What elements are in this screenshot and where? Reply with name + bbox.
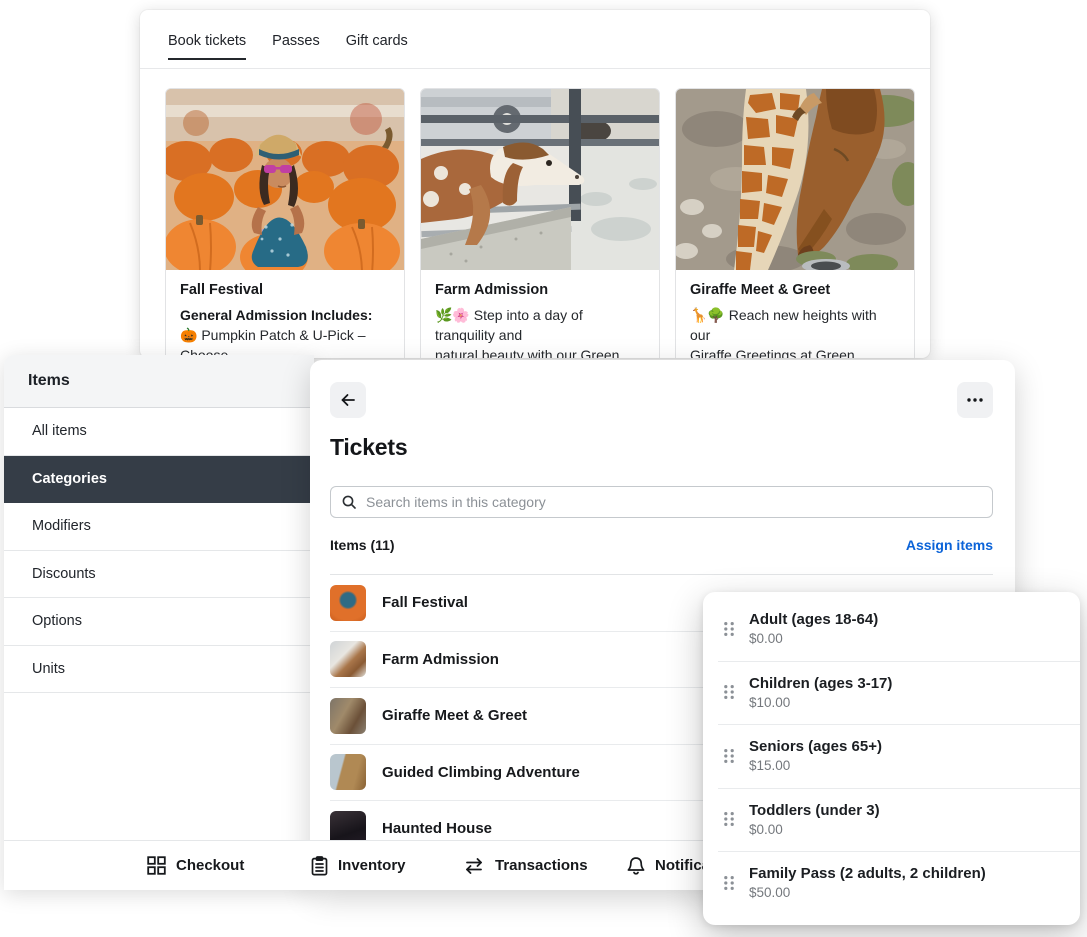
sidebar-item-options[interactable]: Options — [4, 598, 314, 646]
item-thumbnail — [330, 585, 366, 621]
variation-name: Family Pass (2 adults, 2 children) — [749, 865, 986, 882]
arrow-left-icon — [339, 391, 357, 409]
item-thumbnail — [330, 641, 366, 677]
sidebar-title: Items — [4, 355, 314, 408]
sidebar-item-categories[interactable]: Categories — [4, 456, 314, 504]
fall-festival-photo — [166, 89, 404, 270]
nav-label: Checkout — [176, 857, 244, 874]
variation-row-adult[interactable]: Adult (ages 18-64) $0.00 — [703, 597, 1080, 661]
items-count-label: Items (11) — [330, 537, 395, 553]
item-thumbnail — [330, 698, 366, 734]
item-label: Guided Climbing Adventure — [382, 764, 580, 781]
nav-label: Inventory — [338, 857, 406, 874]
product-card-giraffe-meet-greet[interactable]: Giraffe Meet & Greet 🦒🌳 Reach new height… — [675, 88, 915, 358]
variation-row-seniors[interactable]: Seniors (ages 65+) $15.00 — [703, 724, 1080, 788]
tab-passes[interactable]: Passes — [272, 33, 320, 58]
drag-handle-icon[interactable] — [723, 621, 735, 637]
card-desc-line: 🦒🌳 Reach new heights with our — [690, 305, 900, 345]
card-desc-line: natural beauty with our Green… — [435, 345, 645, 358]
drag-handle-icon[interactable] — [723, 748, 735, 764]
variation-name: Adult (ages 18-64) — [749, 611, 878, 628]
variations-panel: Adult (ages 18-64) $0.00 Children (ages 3… — [703, 592, 1080, 925]
variation-name: Seniors (ages 65+) — [749, 738, 882, 755]
variation-price: $15.00 — [749, 758, 882, 773]
item-label: Giraffe Meet & Greet — [382, 707, 527, 724]
giraffe-photo — [676, 89, 914, 270]
variation-price: $50.00 — [749, 885, 986, 900]
card-title: Farm Admission — [435, 282, 645, 298]
book-tickets-panel: Book tickets Passes Gift cards — [140, 10, 930, 358]
nav-transactions[interactable]: Transactions — [463, 841, 588, 890]
transactions-arrows-icon — [463, 858, 485, 874]
variation-price: $0.00 — [749, 822, 880, 837]
card-desc-line: Giraffe Greetings at Green Meadows… — [690, 345, 900, 358]
variation-row-children[interactable]: Children (ages 3-17) $10.00 — [703, 661, 1080, 725]
sidebar-item-modifiers[interactable]: Modifiers — [4, 503, 314, 551]
search-input[interactable] — [366, 494, 982, 510]
category-search[interactable] — [330, 486, 993, 518]
back-button[interactable] — [330, 382, 366, 418]
product-card-row: Fall Festival General Admission Includes… — [165, 88, 915, 358]
category-title: Tickets — [330, 434, 407, 461]
checkout-grid-icon — [147, 856, 166, 875]
assign-items-link[interactable]: Assign items — [906, 537, 993, 553]
item-label: Farm Admission — [382, 651, 499, 668]
item-thumbnail — [330, 754, 366, 790]
search-icon — [341, 494, 357, 510]
drag-handle-icon[interactable] — [723, 875, 735, 891]
variation-name: Children (ages 3-17) — [749, 675, 892, 692]
variation-row-family-pass[interactable]: Family Pass (2 adults, 2 children) $50.00 — [703, 851, 1080, 915]
tab-gift-cards[interactable]: Gift cards — [346, 33, 408, 58]
nav-checkout[interactable]: Checkout — [147, 841, 244, 890]
drag-handle-icon[interactable] — [723, 684, 735, 700]
items-sidebar: Items All items Categories Modifiers Dis… — [4, 355, 314, 890]
inventory-clipboard-icon — [311, 856, 328, 876]
booking-tabs: Book tickets Passes Gift cards — [168, 10, 930, 69]
variation-price: $10.00 — [749, 695, 892, 710]
more-options-button[interactable] — [957, 382, 993, 418]
product-card-farm-admission[interactable]: Farm Admission 🌿🌸 Step into a day of tra… — [420, 88, 660, 358]
card-desc-line: General Admission Includes: — [180, 305, 390, 325]
drag-handle-icon[interactable] — [723, 811, 735, 827]
product-card-fall-festival[interactable]: Fall Festival General Admission Includes… — [165, 88, 405, 358]
card-title: Giraffe Meet & Greet — [690, 282, 900, 298]
sidebar-item-all-items[interactable]: All items — [4, 408, 314, 456]
tab-book-tickets[interactable]: Book tickets — [168, 33, 246, 60]
card-title: Fall Festival — [180, 282, 390, 298]
item-label: Fall Festival — [382, 594, 468, 611]
sidebar-item-units[interactable]: Units — [4, 646, 314, 694]
farm-admission-photo — [421, 89, 659, 270]
nav-label: Transactions — [495, 857, 588, 874]
variation-price: $0.00 — [749, 631, 878, 646]
notifications-bell-icon — [627, 856, 645, 876]
nav-inventory[interactable]: Inventory — [311, 841, 406, 890]
item-label: Haunted House — [382, 820, 492, 837]
card-desc-line: 🌿🌸 Step into a day of tranquility and — [435, 305, 645, 345]
ellipsis-icon — [967, 398, 983, 402]
sidebar-item-discounts[interactable]: Discounts — [4, 551, 314, 599]
variation-name: Toddlers (under 3) — [749, 802, 880, 819]
items-list-header: Items (11) Assign items — [330, 537, 993, 553]
variation-row-toddlers[interactable]: Toddlers (under 3) $0.00 — [703, 788, 1080, 852]
card-desc-line: 🎃 Pumpkin Patch & U-Pick – Choose… — [180, 325, 390, 358]
